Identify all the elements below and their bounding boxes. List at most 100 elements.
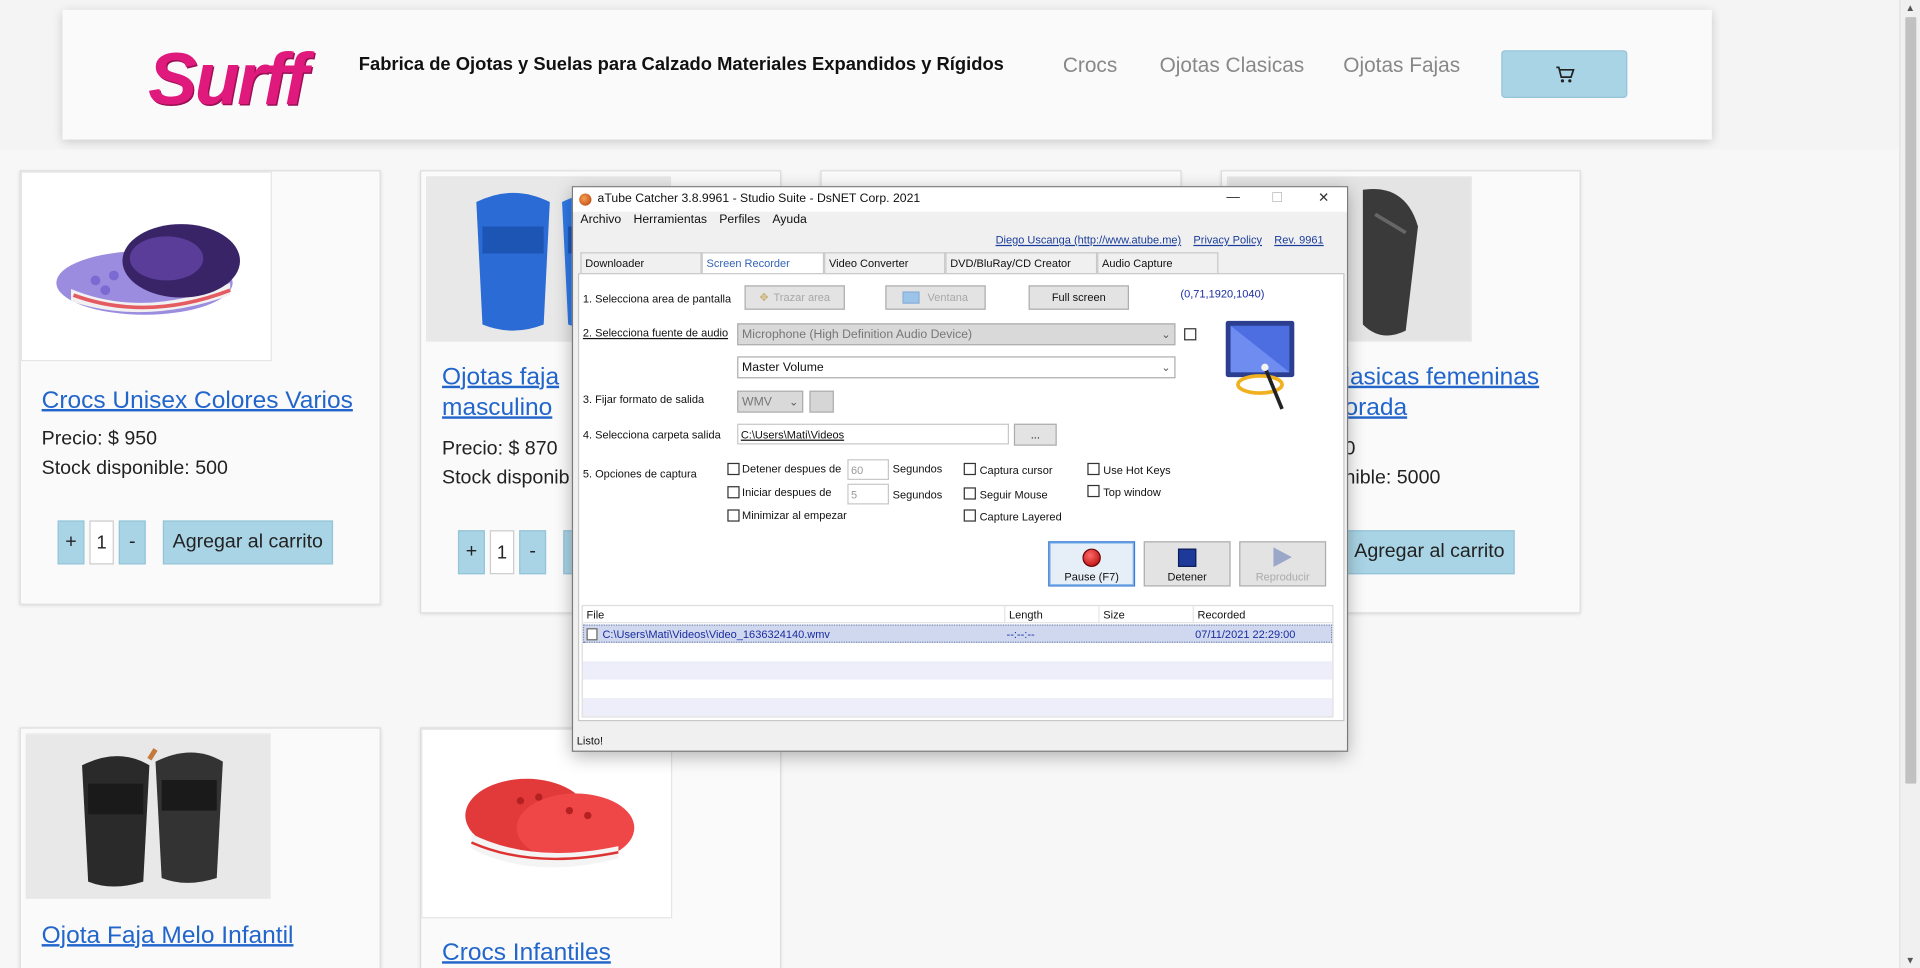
tab-screen-recorder[interactable]: Screen Recorder [701,252,825,275]
site-header: Surff Fabrica de Ojotas y Suelas para Ca… [0,0,1900,150]
capture-coordinates: (0,71,1920,1040) [1180,287,1265,301]
top-window-label: Top window [1103,486,1161,499]
stop-button[interactable]: Detener [1143,541,1231,587]
audio-volume-select[interactable]: Master Volume ⌄ [737,356,1176,379]
crosshair-icon: ✥ [759,290,769,304]
chevron-down-icon: ⌄ [789,395,799,408]
qty-minus-button[interactable]: - [118,520,146,565]
hot-keys-label: Use Hot Keys [1103,464,1171,477]
step2-label[interactable]: 2. Selecciona fuente de audio [583,327,728,339]
qty-value[interactable]: 1 [489,530,515,575]
qty-minus-button[interactable]: - [519,530,547,575]
top-window-checkbox[interactable] [1087,484,1100,498]
add-to-cart-button[interactable]: Agregar al carrito [162,520,333,565]
trace-area-button[interactable]: ✥ Trazar area [744,285,845,310]
start-after-input[interactable]: 5 [847,483,889,505]
privacy-link[interactable]: Privacy Policy [1193,234,1262,246]
screen-recorder-panel: 1. Selecciona area de pantalla ✥ Trazar … [577,273,1345,722]
tab-dvd-creator[interactable]: DVD/BluRay/CD Creator [945,252,1098,274]
site-logo[interactable]: Surff [148,37,308,121]
minimize-icon[interactable]: — [1211,190,1255,210]
tab-bar: Downloader Screen Recorder Video Convert… [580,252,1219,275]
window-label: Ventana [927,291,968,304]
menu-herramientas[interactable]: Herramientas [634,213,708,226]
product-title[interactable]: Ojota Faja Melo Infantil [42,922,294,950]
audio-source-select[interactable]: Microphone (High Definition Audio Device… [737,323,1176,346]
menu-bar: Archivo Herramientas Perfiles Ayuda [580,213,819,226]
format-options-button[interactable] [809,390,834,413]
page-scrollbar[interactable]: ▲ ▼ [1899,0,1920,968]
capture-layered-checkbox[interactable] [963,509,976,522]
close-icon[interactable]: ✕ [1302,190,1346,210]
menu-archivo[interactable]: Archivo [580,213,621,226]
product-title-line2[interactable]: orada [1345,394,1408,422]
cart-button[interactable] [1501,50,1628,98]
product-image [421,728,673,919]
scroll-up-icon[interactable]: ▲ [1905,2,1915,13]
fullscreen-button[interactable]: Full screen [1028,285,1129,310]
product-stock: Stock disponib [442,467,570,489]
window-button[interactable]: Ventana [885,285,986,310]
video-file-icon [586,628,598,641]
add-to-cart-button[interactable]: Agregar al carrito [1344,530,1515,575]
start-after-checkbox[interactable] [727,486,740,499]
menu-ayuda[interactable]: Ayuda [772,213,807,226]
product-image [25,733,271,899]
app-icon [579,193,592,206]
author-link[interactable]: Diego Uscanga (http://www.atube.me) [996,234,1182,246]
step3-label: 3. Fijar formato de salida [582,393,705,406]
nav-ojotas-clasicas[interactable]: Ojotas Clasicas [1160,54,1305,78]
chevron-down-icon: ⌄ [1161,361,1171,374]
product-title[interactable]: Crocs Unisex Colores Varios [42,387,353,415]
stop-after-label: Detener despues de [742,462,842,476]
tab-audio-capture[interactable]: Audio Capture [1097,252,1219,274]
maximize-icon[interactable]: ☐ [1255,190,1299,210]
output-folder-field[interactable]: C:\Users\Mati\Videos [737,423,1009,445]
scroll-down-icon[interactable]: ▼ [1905,955,1915,966]
capture-cursor-checkbox[interactable] [963,462,976,476]
product-card: Crocs Infantiles [420,727,782,968]
revision-link[interactable]: Rev. 9961 [1274,234,1323,246]
capture-cursor-label: Captura cursor [979,464,1053,477]
product-card: Ojota Faja Melo Infantil [19,727,381,968]
qty-value[interactable]: 1 [89,520,114,565]
column-size[interactable]: Size [1099,606,1194,624]
hot-keys-checkbox[interactable] [1087,462,1100,476]
stop-after-checkbox[interactable] [727,462,740,476]
window-title: aTube Catcher 3.8.9961 - Studio Suite - … [597,192,921,206]
table-row-empty [582,661,1333,680]
scrollbar-thumb[interactable] [1905,17,1917,784]
start-seconds-label: Segundos [892,488,943,501]
pause-button[interactable]: Pause (F7) [1048,541,1136,587]
format-select[interactable]: WMV ⌄ [737,390,804,413]
column-file[interactable]: File [582,606,1006,624]
audio-enable-checkbox[interactable] [1184,328,1197,341]
window-titlebar[interactable]: aTube Catcher 3.8.9961 - Studio Suite - … [573,187,1347,212]
stop-after-input[interactable]: 60 [847,459,889,481]
follow-mouse-checkbox[interactable] [963,487,976,500]
nav-crocs[interactable]: Crocs [1063,54,1117,78]
stop-icon [1177,548,1197,567]
header-links: Diego Uscanga (http://www.atube.me) Priv… [996,234,1324,246]
play-button[interactable]: Reproducir [1239,541,1327,587]
qty-plus-button[interactable]: + [457,530,485,575]
browse-folder-button[interactable]: ... [1013,423,1057,446]
quantity-stepper: Agregar al carrito [1344,530,1515,575]
product-title[interactable]: Ojotas faja [442,364,559,392]
capture-layered-label: Capture Layered [979,510,1062,523]
nav-ojotas-fajas[interactable]: Ojotas Fajas [1343,54,1460,78]
product-title-line2[interactable]: masculino [442,394,552,422]
recordings-table: File Length Size Recorded C:\Users\Mati\… [581,604,1334,718]
tab-downloader[interactable]: Downloader [580,252,702,274]
table-row[interactable]: C:\Users\Mati\Videos\Video_1636324140.wm… [582,624,1333,643]
minimize-on-start-checkbox[interactable] [727,509,740,522]
atube-catcher-window: aTube Catcher 3.8.9961 - Studio Suite - … [571,186,1349,752]
product-title[interactable]: Crocs Infantiles [442,939,611,967]
column-length[interactable]: Length [1005,606,1100,624]
column-recorded[interactable]: Recorded [1193,606,1333,624]
row-recorded: 07/11/2021 22:29:00 [1195,628,1296,641]
tab-video-converter[interactable]: Video Converter [824,252,946,274]
qty-plus-button[interactable]: + [57,520,85,565]
menu-perfiles[interactable]: Perfiles [719,213,760,226]
product-title[interactable]: lasicas femeninas [1345,364,1540,392]
